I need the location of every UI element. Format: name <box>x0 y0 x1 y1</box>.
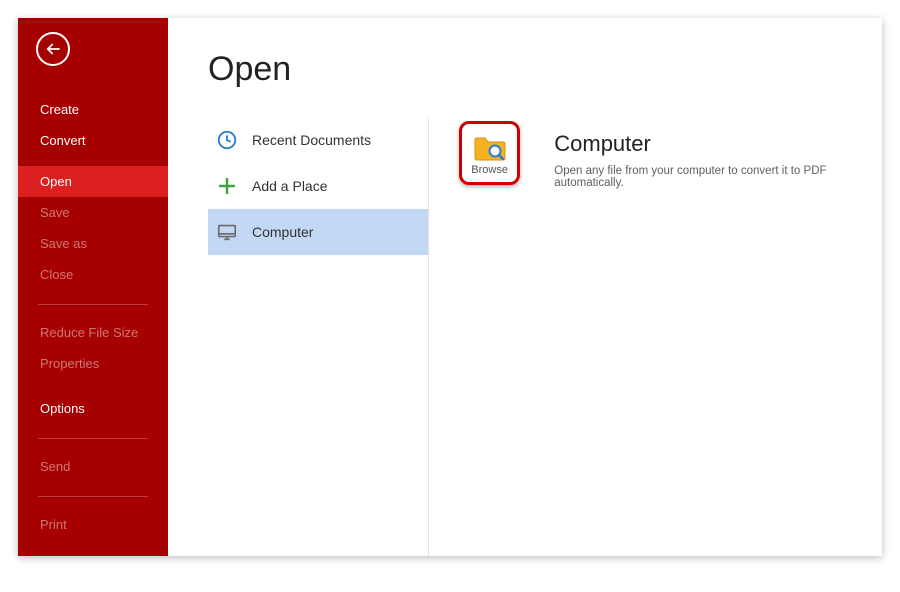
sidebar-item-label: Options <box>40 401 85 416</box>
sidebar-item-close: Close <box>18 259 168 290</box>
sidebar-item-send: Send <box>18 451 168 482</box>
sidebar-item-label: Create <box>40 102 79 117</box>
sidebar-separator <box>38 438 148 439</box>
sidebar-separator <box>38 304 148 305</box>
place-item-label: Recent Documents <box>252 132 371 148</box>
places-list: Recent Documents Add a Place Computer <box>168 117 428 556</box>
detail-text: Computer Open any file from your compute… <box>554 117 852 189</box>
sidebar-item-label: Print <box>40 517 67 532</box>
browse-button[interactable]: Browse <box>459 121 520 185</box>
sidebar-item-reduce-file-size: Reduce File Size <box>18 317 168 348</box>
detail-description: Open any file from your computer to conv… <box>554 165 852 189</box>
app-window: Create Convert Open Save Save as Close R… <box>18 18 882 556</box>
folder-search-icon <box>473 134 507 162</box>
clock-icon <box>216 129 238 151</box>
place-item-label: Add a Place <box>252 178 328 194</box>
sidebar-item-convert[interactable]: Convert <box>18 125 168 156</box>
sidebar-item-open[interactable]: Open <box>18 166 168 197</box>
browse-label: Browse <box>462 164 517 176</box>
back-button[interactable] <box>36 32 70 66</box>
back-arrow-icon <box>44 40 62 58</box>
place-item-recent-documents[interactable]: Recent Documents <box>208 117 428 163</box>
sidebar-item-label: Open <box>40 174 72 189</box>
content-columns: Recent Documents Add a Place Computer <box>168 117 882 556</box>
detail-panel: Browse Computer Open any file from your … <box>428 117 882 556</box>
sidebar-item-print: Print <box>18 509 168 540</box>
sidebar-separator <box>38 496 148 497</box>
sidebar-item-label: Convert <box>40 133 86 148</box>
place-item-label: Computer <box>252 224 313 240</box>
place-item-add-a-place[interactable]: Add a Place <box>208 163 428 209</box>
computer-icon <box>216 221 238 243</box>
sidebar-item-save: Save <box>18 197 168 228</box>
sidebar-item-label: Reduce File Size <box>40 325 138 340</box>
sidebar-item-save-as: Save as <box>18 228 168 259</box>
detail-title: Computer <box>554 131 852 157</box>
place-item-computer[interactable]: Computer <box>208 209 428 255</box>
main-panel: Open Recent Documents Add a Place <box>168 18 882 556</box>
sidebar: Create Convert Open Save Save as Close R… <box>18 18 168 556</box>
sidebar-item-label: Send <box>40 459 70 474</box>
page-title: Open <box>208 50 882 89</box>
sidebar-item-label: Save <box>40 205 70 220</box>
sidebar-item-label: Save as <box>40 236 87 251</box>
sidebar-item-label: Close <box>40 267 73 282</box>
sidebar-item-properties: Properties <box>18 348 168 379</box>
sidebar-item-options[interactable]: Options <box>18 393 168 424</box>
sidebar-item-label: Properties <box>40 356 99 371</box>
plus-icon <box>216 175 238 197</box>
sidebar-item-create[interactable]: Create <box>18 94 168 125</box>
